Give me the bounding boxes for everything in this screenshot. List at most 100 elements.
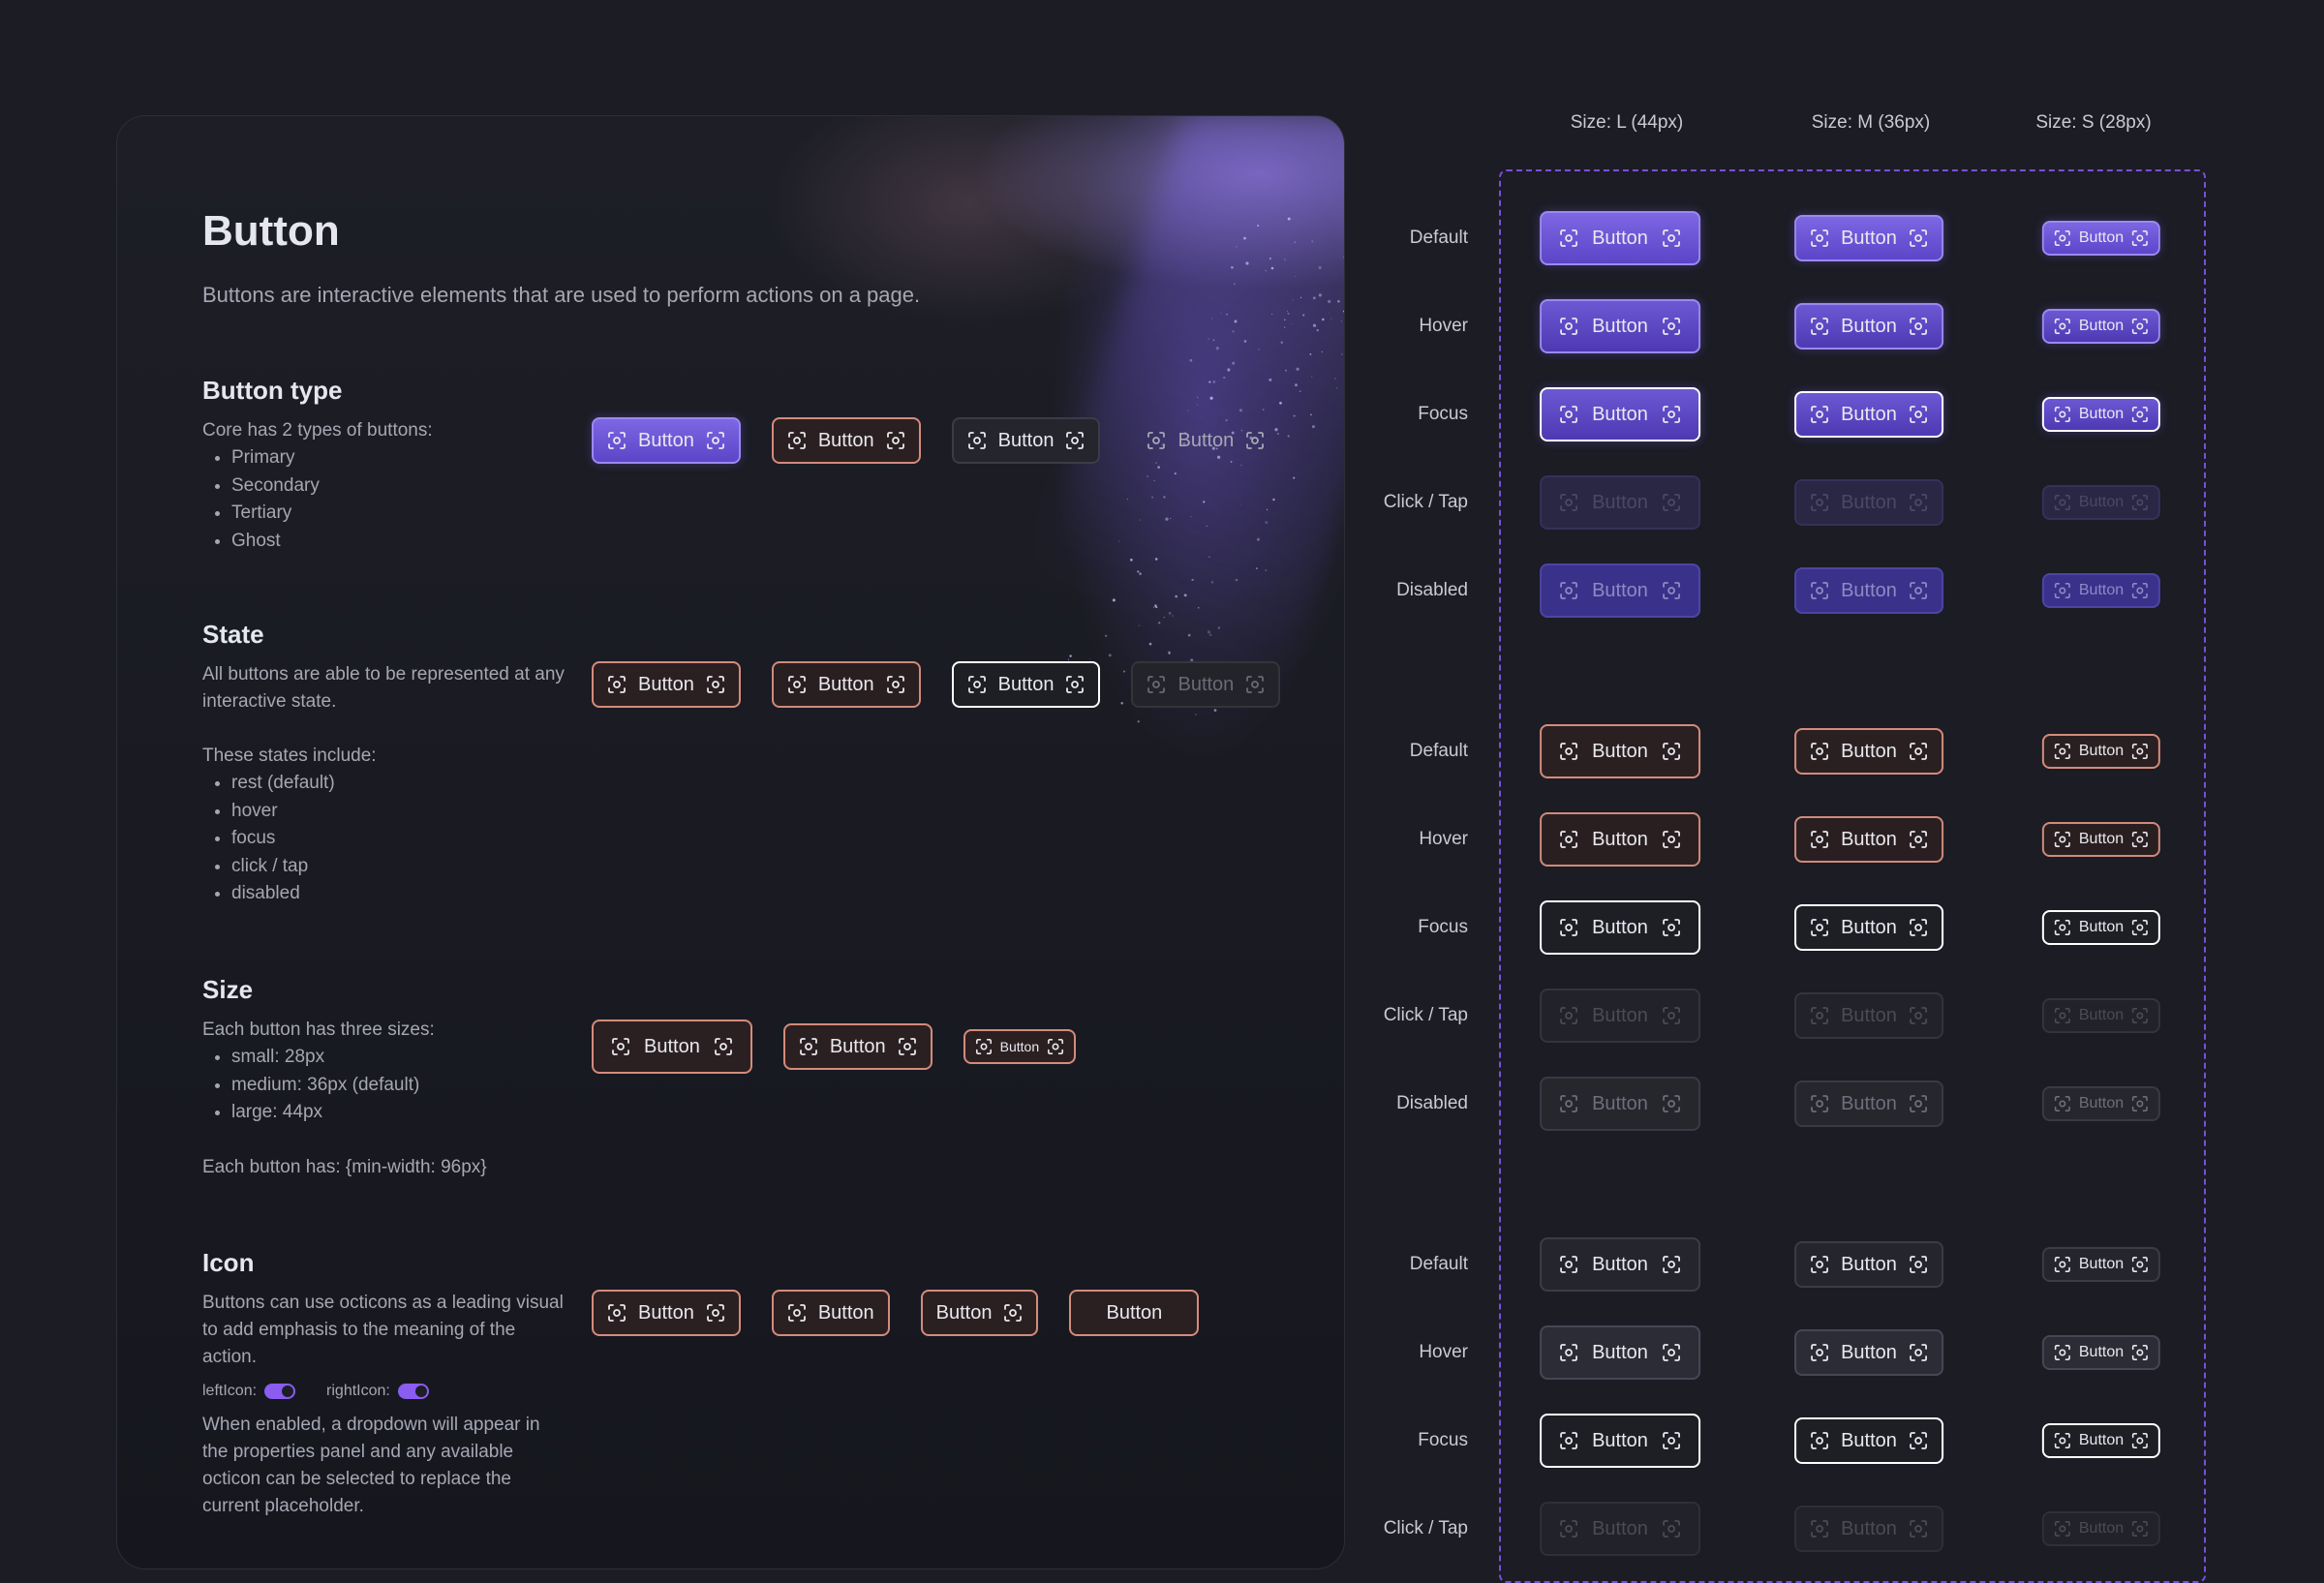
tertiary-hover-m-button[interactable]: Button — [1794, 1329, 1943, 1376]
focus-frame-icon — [1810, 1094, 1829, 1113]
page-title: Button — [202, 207, 340, 256]
focus-frame-icon — [607, 675, 627, 694]
secondary-default-l-button[interactable]: Button — [1540, 724, 1700, 778]
column-header-small: Size: S (28px) — [1977, 112, 2210, 134]
section-heading: Size — [202, 975, 570, 1005]
primary-click-l-button[interactable]: Button — [1540, 475, 1700, 530]
focus-frame-icon — [1810, 1255, 1829, 1274]
secondary-focus-l-button[interactable]: Button — [1540, 900, 1700, 955]
light-beam — [988, 116, 1345, 716]
tertiary-click-l-button[interactable]: Button — [1540, 1502, 1700, 1556]
secondary-disabled-s-button[interactable]: Button — [2042, 1086, 2160, 1121]
hover-state-button[interactable]: Button — [772, 661, 921, 708]
focus-frame-icon — [799, 1037, 818, 1056]
secondary-disabled-l-button[interactable]: Button — [1540, 1077, 1700, 1131]
tertiary-focus-l-button[interactable]: Button — [1540, 1414, 1700, 1468]
focus-frame-icon — [1047, 1038, 1064, 1055]
toggle-switch-icon[interactable] — [264, 1384, 295, 1399]
list-item: focus — [231, 825, 570, 853]
focus-frame-icon — [1559, 405, 1578, 424]
primary-hover-m-button[interactable]: Button — [1794, 303, 1943, 350]
tertiary-default-m-button[interactable]: Button — [1794, 1241, 1943, 1288]
primary-button[interactable]: Button — [592, 417, 741, 464]
tertiary-click-m-button[interactable]: Button — [1794, 1506, 1943, 1552]
secondary-click-l-button[interactable]: Button — [1540, 989, 1700, 1043]
focus-frame-icon — [706, 1303, 725, 1323]
state-label-disabled: Disabled — [1396, 580, 1468, 601]
secondary-disabled-m-button[interactable]: Button — [1794, 1081, 1943, 1127]
list-item: Primary — [231, 444, 570, 472]
primary-focus-m-button[interactable]: Button — [1794, 391, 1943, 438]
size-examples: Button Button Button — [592, 1018, 1076, 1076]
focus-frame-icon — [1909, 405, 1928, 424]
tertiary-hover-l-button[interactable]: Button — [1540, 1325, 1700, 1380]
secondary-default-s-button[interactable]: Button — [2042, 734, 2160, 769]
secondary-hover-s-button[interactable]: Button — [2042, 822, 2160, 857]
focus-frame-icon — [1065, 431, 1085, 450]
icon-toggles: leftIcon: rightIcon: — [202, 1383, 570, 1400]
primary-default-s-button[interactable]: Button — [2042, 221, 2160, 256]
tertiary-button[interactable]: Button — [952, 417, 1101, 464]
both-icons-button[interactable]: Button — [592, 1290, 741, 1336]
list-item: rest (default) — [231, 770, 570, 798]
secondary-click-m-button[interactable]: Button — [1794, 992, 1943, 1039]
tertiary-default-l-button[interactable]: Button — [1540, 1237, 1700, 1292]
primary-disabled-s-button[interactable]: Button — [2042, 573, 2160, 608]
focus-state-button[interactable]: Button — [952, 661, 1101, 708]
secondary-default-m-button[interactable]: Button — [1794, 728, 1943, 775]
focus-frame-icon — [607, 431, 627, 450]
list-item: small: 28px — [231, 1044, 570, 1072]
toggle-switch-icon[interactable] — [398, 1384, 429, 1399]
focus-frame-icon — [2054, 229, 2071, 247]
secondary-click-s-button[interactable]: Button — [2042, 998, 2160, 1033]
focus-frame-icon — [1559, 1431, 1578, 1450]
focus-frame-icon — [1909, 493, 1928, 512]
primary-hover-l-button[interactable]: Button — [1540, 299, 1700, 353]
primary-disabled-l-button[interactable]: Button — [1540, 563, 1700, 618]
primary-disabled-m-button[interactable]: Button — [1794, 567, 1943, 614]
primary-click-s-button[interactable]: Button — [2042, 485, 2160, 520]
state-label-focus: Focus — [1418, 1430, 1468, 1451]
state-label-hover: Hover — [1419, 1342, 1468, 1363]
state-label-click-tap: Click / Tap — [1384, 1005, 1468, 1026]
primary-default-l-button[interactable]: Button — [1540, 211, 1700, 265]
focus-frame-icon — [1909, 1006, 1928, 1025]
tertiary-focus-m-button[interactable]: Button — [1794, 1417, 1943, 1464]
focus-frame-icon — [2131, 406, 2149, 423]
tertiary-default-s-button[interactable]: Button — [2042, 1247, 2160, 1282]
tertiary-focus-s-button[interactable]: Button — [2042, 1423, 2160, 1458]
disabled-state-button[interactable]: Button — [1131, 661, 1280, 708]
type-examples: Button Button Button Button — [592, 417, 1280, 464]
secondary-button[interactable]: Button — [772, 417, 921, 464]
focus-frame-icon — [1559, 1343, 1578, 1362]
primary-focus-l-button[interactable]: Button — [1540, 387, 1700, 441]
primary-hover-s-button[interactable]: Button — [2042, 309, 2160, 344]
tertiary-click-s-button[interactable]: Button — [2042, 1511, 2160, 1546]
secondary-hover-m-button[interactable]: Button — [1794, 816, 1943, 863]
small-button[interactable]: Button — [963, 1029, 1076, 1064]
focus-frame-icon — [2054, 1007, 2071, 1024]
medium-button[interactable]: Button — [783, 1023, 933, 1070]
focus-frame-icon — [2131, 1432, 2149, 1449]
focus-frame-icon — [714, 1037, 733, 1056]
primary-default-m-button[interactable]: Button — [1794, 215, 1943, 261]
tertiary-hover-s-button[interactable]: Button — [2042, 1335, 2160, 1370]
secondary-hover-l-button[interactable]: Button — [1540, 812, 1700, 867]
type-list: Primary Secondary Tertiary Ghost — [202, 444, 570, 555]
secondary-focus-s-button[interactable]: Button — [2042, 910, 2160, 945]
right-icon-button[interactable]: Button — [921, 1290, 1039, 1336]
size-list: small: 28px medium: 36px (default) large… — [202, 1044, 570, 1127]
secondary-focus-m-button[interactable]: Button — [1794, 904, 1943, 951]
large-button[interactable]: Button — [592, 1020, 752, 1074]
focus-frame-icon — [2131, 494, 2149, 511]
rest-state-button[interactable]: Button — [592, 661, 741, 708]
focus-frame-icon — [2054, 1095, 2071, 1112]
no-icon-button[interactable]: Button — [1069, 1290, 1199, 1336]
left-icon-button[interactable]: Button — [772, 1290, 890, 1336]
section-heading: Button type — [202, 376, 570, 406]
primary-click-m-button[interactable]: Button — [1794, 479, 1943, 526]
section-button-type: Button type Core has 2 types of buttons:… — [202, 376, 570, 555]
ghost-button[interactable]: Button — [1131, 417, 1280, 464]
primary-focus-s-button[interactable]: Button — [2042, 397, 2160, 432]
section-heading: State — [202, 620, 570, 650]
